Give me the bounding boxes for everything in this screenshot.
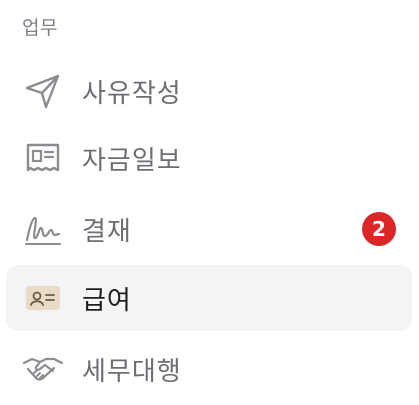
menu-item-fund-report[interactable]: 자금일보	[6, 125, 412, 191]
menu-item-reason-write[interactable]: 사유작성	[6, 58, 412, 124]
menu-item-label: 자금일보	[82, 145, 182, 176]
menu-item-label: 사유작성	[82, 78, 182, 109]
id-card-icon	[22, 277, 64, 319]
section-title: 업무	[22, 17, 58, 39]
receipt-icon	[22, 137, 64, 179]
notification-badge: 2	[362, 212, 396, 246]
menu-item-label: 세무대행	[82, 356, 182, 387]
menu-item-label: 급여	[82, 285, 132, 316]
handshake-icon	[22, 348, 64, 390]
send-icon	[22, 70, 64, 112]
menu-item-payroll[interactable]: 급여	[6, 265, 412, 331]
menu-item-tax-agency[interactable]: 세무대행	[6, 336, 412, 402]
signature-icon	[22, 208, 64, 250]
menu-item-approval[interactable]: 결재 2	[6, 196, 412, 262]
work-menu: 업무 사유작성 자금일보 결재 2 급여 세무대행	[0, 0, 419, 405]
menu-item-label: 결재	[82, 216, 132, 247]
